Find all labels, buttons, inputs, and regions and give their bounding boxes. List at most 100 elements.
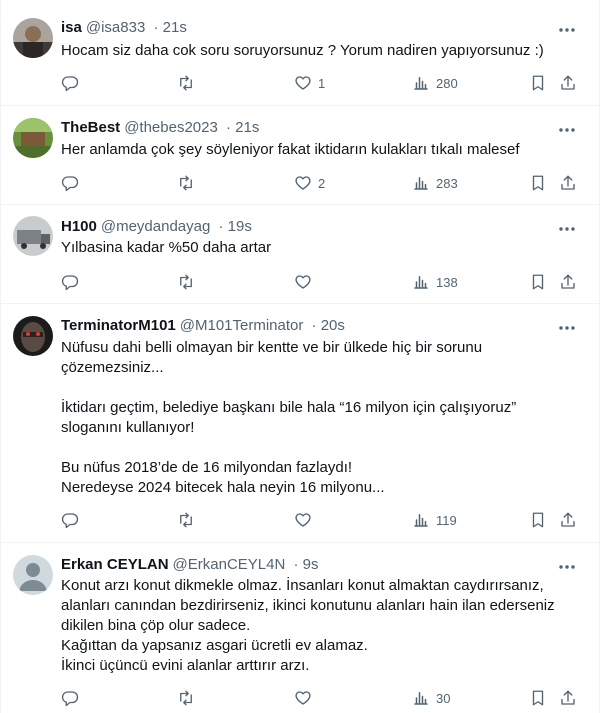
retweet-button[interactable] xyxy=(177,272,195,292)
timestamp[interactable]: 19s xyxy=(228,218,252,235)
handle[interactable]: @ErkanCEYL4N xyxy=(173,556,286,573)
views-button[interactable]: 280 xyxy=(412,73,458,93)
tweet[interactable]: isa @isa833 · 21s Hocam siz daha cok soru… xyxy=(1,0,599,106)
like-button[interactable] xyxy=(294,688,318,708)
tweet-header: Erkan CEYLAN @ErkanCEYL4N · 9s xyxy=(61,556,319,573)
reply-button[interactable] xyxy=(61,688,79,708)
views-button[interactable]: 119 xyxy=(412,510,457,530)
retweet-button[interactable] xyxy=(177,173,195,193)
share-button[interactable] xyxy=(559,272,577,292)
action-bar: 138 xyxy=(61,272,581,292)
view-count: 283 xyxy=(436,175,458,191)
action-bar: 2 283 xyxy=(61,173,581,193)
avatar[interactable] xyxy=(13,118,53,158)
timestamp[interactable]: 21s xyxy=(235,119,259,136)
share-button[interactable] xyxy=(559,173,577,193)
handle[interactable]: @meydandayag xyxy=(101,218,210,235)
like-button[interactable]: 2 xyxy=(294,173,325,193)
retweet-icon xyxy=(180,274,192,290)
bookmark-icon xyxy=(532,175,544,191)
like-button[interactable] xyxy=(294,272,318,292)
reply-button[interactable] xyxy=(61,73,79,93)
retweet-button[interactable] xyxy=(177,73,195,93)
share-button[interactable] xyxy=(559,688,577,708)
reply-button[interactable] xyxy=(61,510,79,530)
views-button[interactable]: 138 xyxy=(412,272,458,292)
views-button[interactable]: 283 xyxy=(412,173,458,193)
views-icon xyxy=(414,77,428,90)
retweet-icon xyxy=(180,512,192,528)
display-name[interactable]: isa xyxy=(61,19,82,36)
reply-feed: isa @isa833 · 21s Hocam siz daha cok soru… xyxy=(0,0,600,713)
retweet-icon xyxy=(180,175,192,191)
reply-button[interactable] xyxy=(61,173,79,193)
tweet-header: H100 @meydandayag · 19s xyxy=(61,218,252,235)
reply-button[interactable] xyxy=(61,272,79,292)
tweet-text: Her anlamda çok şey söyleniyor fakat ikt… xyxy=(61,141,520,158)
more-icon[interactable] xyxy=(557,20,577,40)
avatar[interactable] xyxy=(13,18,53,58)
bookmark-icon xyxy=(532,274,544,290)
view-count: 280 xyxy=(436,75,458,91)
more-icon[interactable] xyxy=(557,120,577,140)
bookmark-button[interactable] xyxy=(529,510,547,530)
reply-icon xyxy=(61,176,79,192)
bookmark-button[interactable] xyxy=(529,688,547,708)
timestamp[interactable]: 20s xyxy=(321,317,345,334)
share-button[interactable] xyxy=(559,73,577,93)
more-icon[interactable] xyxy=(557,557,577,577)
views-icon xyxy=(414,514,428,527)
bookmark-icon xyxy=(532,690,544,706)
like-button[interactable] xyxy=(294,510,318,530)
share-icon xyxy=(561,512,575,527)
retweet-button[interactable] xyxy=(177,688,195,708)
tweet[interactable]: Erkan CEYLAN @ErkanCEYL4N · 9s Konut arzı… xyxy=(1,543,599,713)
avatar[interactable] xyxy=(13,316,53,356)
tweet[interactable]: TheBest @thebes2023 · 21s Her anlamda çok… xyxy=(1,106,599,205)
retweet-icon xyxy=(180,75,192,91)
retweet-button[interactable] xyxy=(177,510,195,530)
display-name[interactable]: Erkan CEYLAN xyxy=(61,556,169,573)
avatar[interactable] xyxy=(13,555,53,595)
view-count: 119 xyxy=(436,512,457,528)
tweet-header: TerminatorM101 @M101Terminator · 20s xyxy=(61,317,345,334)
bookmark-button[interactable] xyxy=(529,73,547,93)
reply-icon xyxy=(61,275,79,291)
share-icon xyxy=(561,75,575,90)
like-count: 2 xyxy=(318,175,326,191)
views-button[interactable]: 30 xyxy=(412,688,450,708)
tweet[interactable]: TerminatorM101 @M101Terminator · 20s Nüfu… xyxy=(1,304,599,543)
retweet-icon xyxy=(180,690,192,706)
bookmark-icon xyxy=(532,512,544,528)
heart-icon xyxy=(295,275,311,289)
tweet-header: isa @isa833 · 21s xyxy=(61,19,187,36)
tweet-text: Yılbasina kadar %50 daha artar xyxy=(61,239,272,256)
views-icon xyxy=(414,692,428,705)
more-icon[interactable] xyxy=(557,219,577,239)
bookmark-icon xyxy=(532,75,544,91)
display-name[interactable]: TheBest xyxy=(61,119,120,136)
reply-icon xyxy=(61,513,79,529)
share-icon xyxy=(561,690,575,705)
avatar[interactable] xyxy=(13,216,53,256)
bookmark-button[interactable] xyxy=(529,272,547,292)
display-name[interactable]: TerminatorM101 xyxy=(61,317,176,334)
bookmark-button[interactable] xyxy=(529,173,547,193)
like-count: 1 xyxy=(318,75,326,91)
reply-icon xyxy=(61,76,79,92)
display-name[interactable]: H100 xyxy=(61,218,97,235)
heart-icon xyxy=(295,76,311,90)
more-icon[interactable] xyxy=(557,318,577,338)
handle[interactable]: @isa833 xyxy=(86,19,145,36)
handle[interactable]: @thebes2023 xyxy=(124,119,218,136)
share-icon xyxy=(561,274,575,289)
like-button[interactable]: 1 xyxy=(294,73,325,93)
timestamp[interactable]: 21s xyxy=(163,19,187,36)
heart-icon xyxy=(295,176,311,190)
views-icon xyxy=(414,276,428,289)
tweet[interactable]: H100 @meydandayag · 19s Yılbasina kadar %… xyxy=(1,205,599,304)
share-button[interactable] xyxy=(559,510,577,530)
handle[interactable]: @M101Terminator xyxy=(180,317,304,334)
timestamp[interactable]: 9s xyxy=(303,556,319,573)
heart-icon xyxy=(295,691,311,705)
